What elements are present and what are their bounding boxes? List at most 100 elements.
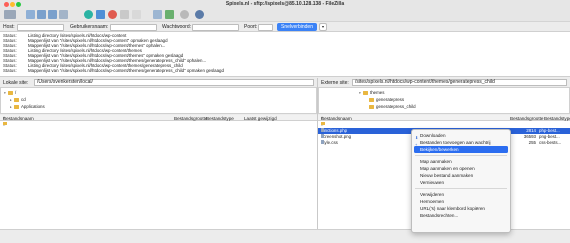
pane-divider[interactable] (317, 78, 318, 229)
menu-item-label: Vernieuwen (420, 180, 445, 185)
directory-comparison-icon[interactable] (153, 10, 162, 19)
menu-item[interactable]: ⬇ Downloaden (414, 132, 508, 140)
menu-item-label: Downloaden (420, 133, 446, 138)
window-title: Spixels.nl - sftp://spixels@85.10.128.13… (225, 1, 345, 7)
host-input[interactable] (17, 23, 64, 31)
toggle-queue-icon[interactable] (59, 10, 68, 19)
folder-icon (14, 105, 19, 109)
quickconnect-button[interactable]: Snelverbinden (277, 23, 317, 31)
file-type: css-bests... (539, 140, 562, 145)
local-site-bar: Lokale site: /Users/svenkersten/local/ (0, 78, 317, 87)
file-size: 255 (528, 140, 536, 145)
log-line: Status: Mappenlijst van "/sites/spixels.n… (3, 68, 567, 73)
local-column-size[interactable]: Bestandsgrootte (174, 116, 207, 121)
parent-folder-icon (321, 122, 325, 125)
reconnect-icon[interactable] (132, 10, 141, 19)
tree-node[interactable]: generatepress (365, 97, 404, 102)
tree-node[interactable]: ▸ cd (10, 97, 26, 102)
port-label: Poort: (244, 24, 258, 30)
binoculars-icon[interactable] (195, 10, 204, 19)
cancel-icon[interactable] (108, 10, 117, 19)
menu-item-label: Bestandsrechten... (420, 213, 459, 218)
menu-item-label: Bekijken/bewerken (420, 147, 459, 152)
title-bar: Spixels.nl - sftp://spixels@85.10.128.13… (0, 0, 570, 8)
menu-item[interactable]: Bestandsrechten... (414, 212, 508, 219)
menu-item[interactable]: + Bestanden toevoegen aan wachtrij (414, 139, 508, 147)
menu-separator (415, 188, 507, 189)
username-input[interactable] (110, 23, 157, 31)
site-manager-icon[interactable] (4, 10, 16, 19)
menu-item-label: Verwijderen (420, 192, 445, 197)
remote-path-input[interactable]: /sites/spixels.nl/htdocs/wp-content/them… (352, 79, 567, 86)
menu-item-label: Hernoemen (420, 199, 445, 204)
toolbar (0, 8, 570, 22)
port-input[interactable] (258, 23, 273, 31)
host-label: Host: (3, 24, 15, 30)
tree-node-label: generatepress_child (376, 104, 416, 109)
menu-item[interactable]: URL('s) naar klembord kopiëren (414, 205, 508, 212)
sync-browsing-icon[interactable] (165, 10, 174, 19)
context-menu: ⬇ Downloaden + Bestanden toevoegen aan wach… (411, 129, 511, 233)
menu-item[interactable]: Nieuw bestand aanmaken (414, 172, 508, 179)
password-label: Wachtwoord: (162, 24, 191, 30)
menu-item[interactable]: Map aanmaken (414, 158, 508, 165)
search-files-icon[interactable] (180, 10, 189, 19)
local-column-modified[interactable]: Laatst gewijzigd (244, 116, 277, 121)
refresh-icon[interactable] (84, 10, 93, 19)
tree-node[interactable]: ▾ themes (359, 90, 384, 95)
process-queue-icon[interactable] (96, 10, 105, 19)
local-directory-tree[interactable]: ▾ / ▸ cd ▸ Applications (0, 87, 317, 114)
remote-site-label: Externe site: (321, 80, 349, 86)
folder-icon (363, 91, 368, 95)
menu-item-label: URL('s) naar klembord kopiëren (420, 206, 485, 211)
folder-icon (369, 98, 374, 102)
tree-node-label: generatepress (376, 97, 405, 102)
menu-item[interactable]: Verwijderen (414, 191, 508, 198)
remote-site-bar: Externe site: /sites/spixels.nl/htdocs/w… (318, 78, 570, 87)
menu-item[interactable]: Map aanmaken en openen (414, 165, 508, 172)
tree-node-label: Applications (21, 104, 45, 109)
folder-icon (14, 98, 19, 102)
quickconnect-bar: Host: Gebruikersnaam: Wachtwoord: Poort:… (0, 22, 570, 32)
tree-node[interactable]: generatepress_child (365, 104, 416, 109)
toggle-log-icon[interactable] (26, 10, 35, 19)
menu-item[interactable]: Hernoemen (414, 198, 508, 205)
file-name: .. (3, 122, 7, 128)
menu-item-label: Map aanmaken en openen (420, 166, 475, 171)
tree-node-label: cd (21, 97, 26, 102)
folder-icon (8, 91, 13, 95)
username-label: Gebruikersnaam: (70, 24, 109, 30)
toggle-local-tree-icon[interactable] (37, 10, 46, 19)
disconnect-icon[interactable] (120, 10, 129, 19)
remote-directory-tree[interactable]: ▾ themes generatepress generatepress_child (318, 87, 570, 114)
parent-folder-icon (3, 122, 7, 125)
menu-item-label: Bestanden toevoegen aan wachtrij (420, 140, 491, 145)
log-message: Mappenlijst van "/sites/spixels.nl/htdoc… (28, 68, 224, 73)
quickconnect-history-button[interactable]: ▾ (319, 23, 327, 31)
file-icon (321, 128, 324, 132)
file-icon (321, 134, 324, 138)
menu-item[interactable]: Vernieuwen (414, 179, 508, 186)
menu-item[interactable]: Bekijken/bewerken (414, 146, 508, 153)
file-icon (321, 140, 324, 144)
folder-icon (369, 105, 374, 109)
file-name: style.css (321, 140, 338, 145)
tree-node-label: themes (370, 90, 385, 95)
menu-separator (415, 155, 507, 156)
password-input[interactable] (192, 23, 239, 31)
menu-item-label: Map aanmaken (420, 159, 452, 164)
remote-column-type[interactable]: Bestandstype (544, 116, 570, 121)
remote-column-size[interactable]: Bestandsgrootte (510, 116, 543, 121)
local-file-list[interactable]: .. (0, 121, 317, 229)
tree-node-label: / (15, 90, 17, 95)
log-status-label: Status: (3, 68, 17, 73)
local-column-type[interactable]: Bestandstype (206, 116, 234, 121)
tree-node[interactable]: ▾ / (4, 90, 16, 95)
local-site-label: Lokale site: (3, 80, 29, 86)
tree-node[interactable]: ▸ Applications (10, 104, 45, 109)
local-path-input[interactable]: /Users/svenkersten/local/ (34, 79, 314, 86)
toggle-remote-tree-icon[interactable] (48, 10, 57, 19)
menu-item-label: Nieuw bestand aanmaken (420, 173, 474, 178)
message-log[interactable]: Status: Listing directory /sites/spixels.… (0, 32, 570, 77)
table-row[interactable]: .. (0, 122, 317, 128)
